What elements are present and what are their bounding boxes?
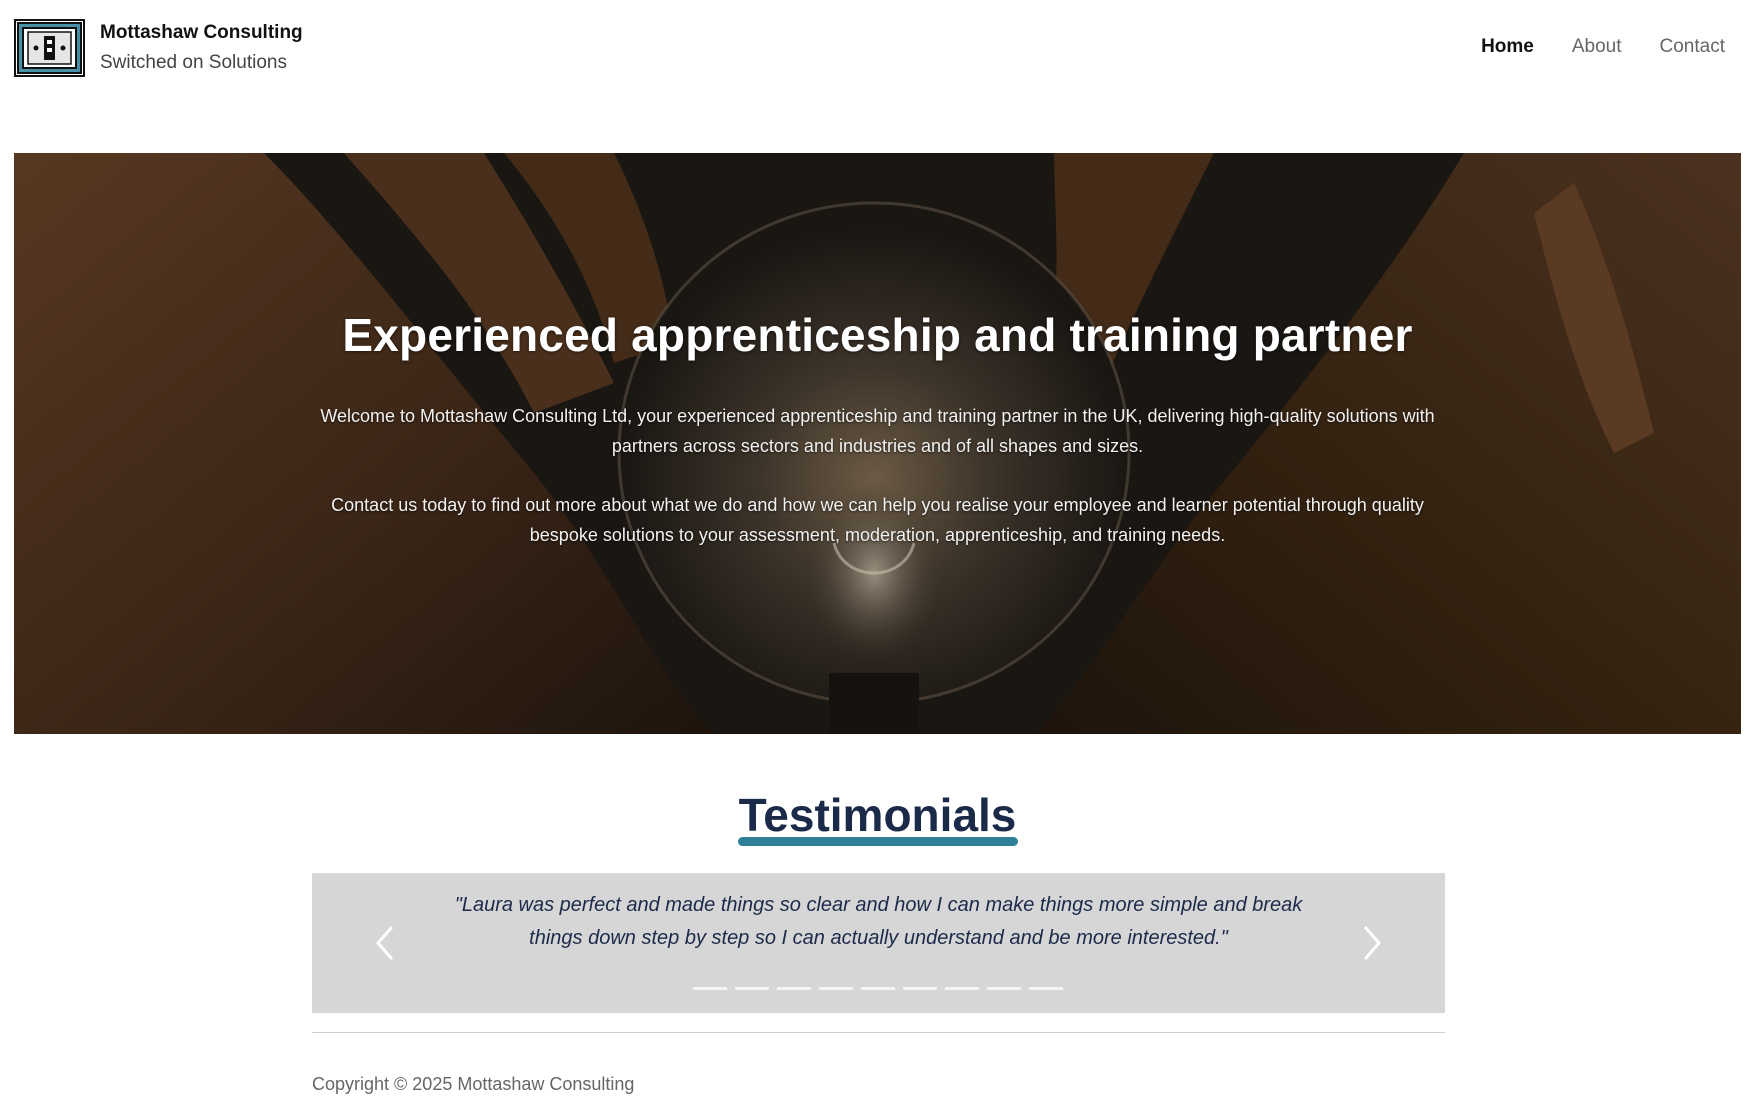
hero-contact-text: Contact us today to find out more about …: [331, 495, 1424, 545]
carousel-indicator[interactable]: [903, 987, 937, 990]
testimonials-heading: Testimonials: [0, 788, 1755, 844]
testimonial-quote: "Laura was perfect and made things so cl…: [454, 894, 1303, 949]
nav-home[interactable]: Home: [1481, 36, 1534, 58]
carousel-indicator[interactable]: [819, 987, 853, 990]
carousel-indicator[interactable]: [735, 987, 769, 990]
carousel-indicators: [693, 987, 1063, 990]
heading-underline: [738, 837, 1018, 846]
hero-banner: Experienced apprenticeship and training …: [14, 153, 1741, 734]
testimonial-carousel: "Laura was perfect and made things so cl…: [312, 873, 1445, 1013]
carousel-indicator[interactable]: [693, 987, 727, 990]
brand-title[interactable]: Mottashaw Consulting: [100, 22, 303, 44]
logo-icon[interactable]: [14, 19, 85, 77]
main-nav: Home About Contact: [1481, 36, 1725, 58]
brand[interactable]: Mottashaw Consulting Switched on Solutio…: [100, 22, 303, 74]
carousel-indicator[interactable]: [861, 987, 895, 990]
footer-divider: [312, 1032, 1445, 1033]
hero-title: Experienced apprenticeship and training …: [342, 309, 1413, 361]
site-header: Mottashaw Consulting Switched on Solutio…: [0, 0, 1755, 96]
testimonials-heading-text: Testimonials: [738, 789, 1017, 841]
carousel-next-button[interactable]: [1357, 923, 1387, 963]
carousel-indicator[interactable]: [1029, 987, 1063, 990]
carousel-prev-button[interactable]: [370, 923, 400, 963]
carousel-indicator[interactable]: [777, 987, 811, 990]
chevron-right-icon: [1363, 926, 1381, 960]
brand-tagline: Switched on Solutions: [100, 52, 287, 73]
footer-copyright: Copyright © 2025 Mottashaw Consulting: [312, 1074, 635, 1094]
nav-contact[interactable]: Contact: [1660, 36, 1725, 58]
chevron-left-icon: [376, 926, 394, 960]
carousel-indicator[interactable]: [987, 987, 1021, 990]
carousel-indicator[interactable]: [945, 987, 979, 990]
nav-about[interactable]: About: [1572, 36, 1622, 58]
hero-intro-text: Welcome to Mottashaw Consulting Ltd, you…: [320, 406, 1435, 456]
